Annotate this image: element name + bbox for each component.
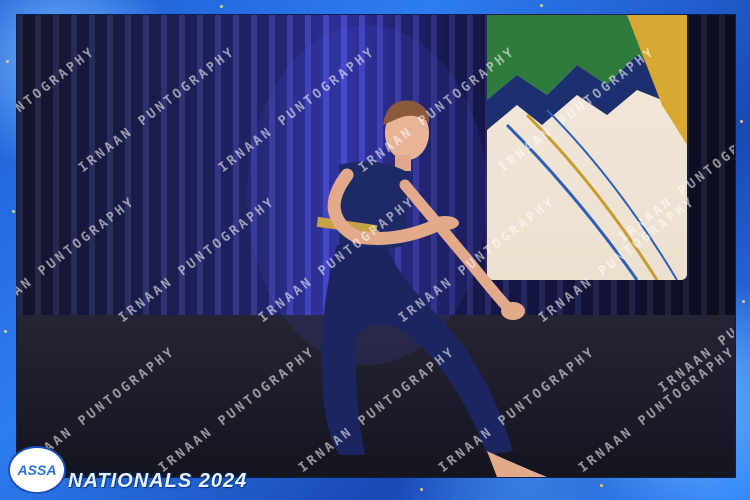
gold-speck: [420, 488, 423, 491]
gold-speck: [540, 4, 543, 7]
assa-logo: ASSA: [8, 446, 66, 494]
gold-speck: [12, 210, 15, 213]
gold-speck: [742, 300, 745, 303]
stage-photo: [16, 14, 736, 478]
gold-speck: [740, 120, 743, 123]
gold-speck: [4, 330, 7, 333]
logo-text: ASSA: [17, 462, 57, 478]
gold-speck: [220, 5, 223, 8]
gold-speck: [600, 484, 603, 487]
event-title: NATIONALS 2024: [68, 470, 248, 492]
gold-speck: [6, 60, 9, 63]
dancer-figure: [247, 25, 547, 477]
